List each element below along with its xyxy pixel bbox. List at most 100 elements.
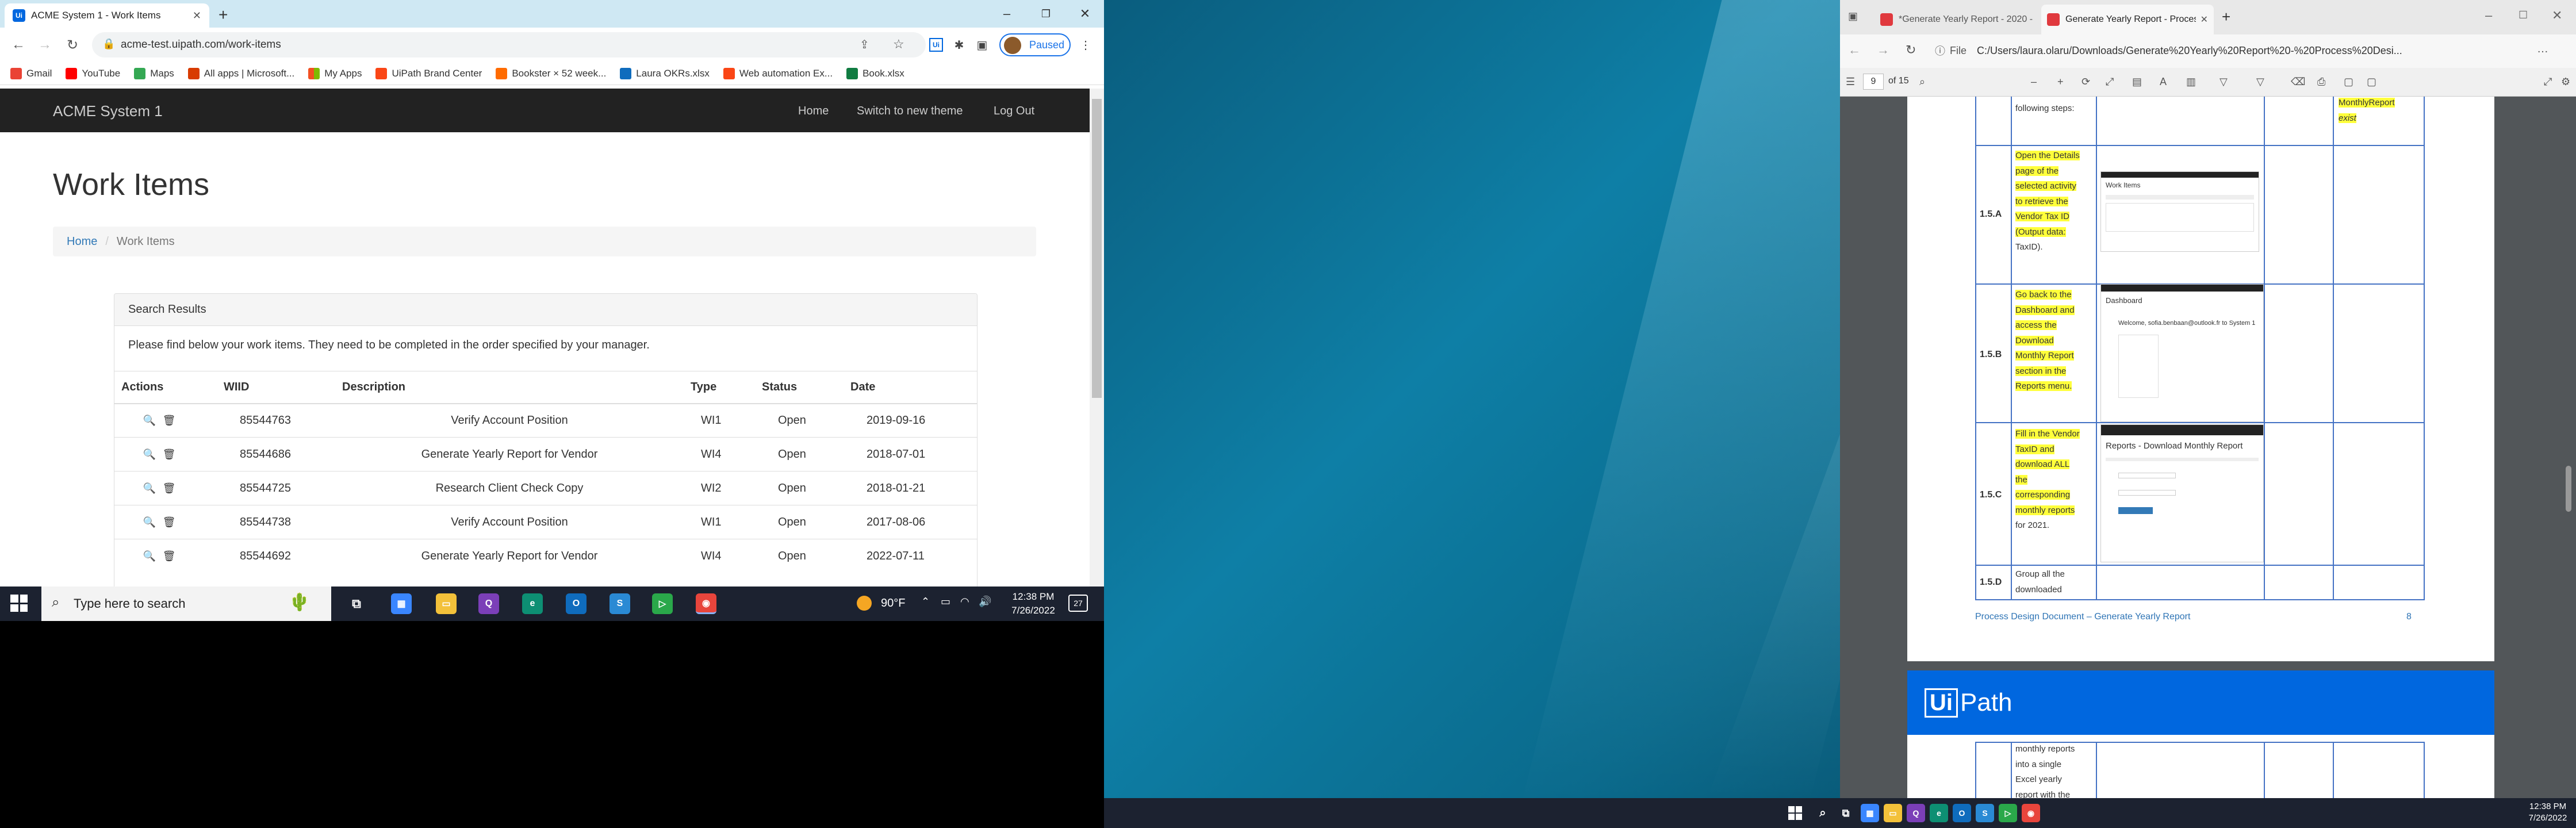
fullscreen-icon[interactable]: ⤢ bbox=[2544, 76, 2552, 88]
close-tab-icon[interactable]: ✕ bbox=[2201, 14, 2208, 25]
search-icon[interactable]: 🔍 bbox=[140, 411, 159, 430]
pdf-address-bar[interactable]: ⓘ File C:/Users/laura.olaru/Downloads/Ge… bbox=[1935, 39, 2536, 62]
chrome-icon[interactable]: ◉ bbox=[2022, 804, 2040, 822]
uipath-assistant-icon[interactable]: ▷ bbox=[652, 593, 673, 614]
search-icon[interactable]: 🔍 bbox=[140, 444, 159, 464]
trash-icon[interactable]: 🗑 bbox=[159, 512, 179, 532]
clock-date[interactable]: 7/26/2022 bbox=[2523, 813, 2573, 823]
search-icon[interactable]: ⌕ bbox=[1814, 804, 1832, 822]
outlook-icon[interactable]: O bbox=[566, 593, 586, 614]
trash-icon[interactable]: 🗑 bbox=[159, 546, 179, 566]
bookmark-book-xlsx[interactable]: Book.xlsx bbox=[846, 67, 904, 79]
rotate-icon[interactable]: ⟳ bbox=[2082, 76, 2090, 88]
task-view-icon[interactable]: ⧉ bbox=[346, 593, 367, 614]
taskbar-search-box[interactable]: ⌕ Type here to search 🌵 bbox=[41, 586, 331, 621]
page-scrollbar-thumb[interactable] bbox=[1092, 99, 1102, 398]
tab-pdf-draft[interactable]: *Generate Yearly Report - 2020 - bbox=[1874, 5, 2041, 34]
zoom-out-icon[interactable]: – bbox=[2031, 76, 2037, 88]
pdf-scrollbar[interactable] bbox=[2562, 97, 2576, 798]
onenote-icon[interactable]: Q bbox=[478, 593, 499, 614]
forward-icon[interactable]: → bbox=[34, 34, 55, 55]
new-tab-button[interactable]: + bbox=[2222, 8, 2230, 26]
search-icon[interactable]: 🔍 bbox=[140, 512, 159, 532]
bookmark-web-automation[interactable]: Web automation Ex... bbox=[723, 67, 833, 79]
highlight-icon[interactable]: ▽ bbox=[2256, 76, 2264, 88]
nav-logout-link[interactable]: Log Out bbox=[994, 105, 1034, 118]
windows-start-icon[interactable] bbox=[10, 595, 28, 612]
trash-icon[interactable]: 🗑 bbox=[159, 444, 179, 464]
back-icon[interactable]: ← bbox=[8, 34, 29, 55]
new-tab-button[interactable]: + bbox=[218, 6, 228, 24]
back-icon[interactable]: ← bbox=[1848, 43, 1861, 57]
tray-chevron-icon[interactable]: ⌃ bbox=[921, 596, 930, 608]
calendar-app-icon[interactable]: ▦ bbox=[391, 593, 412, 614]
erase-icon[interactable]: ⌫ bbox=[2291, 76, 2305, 88]
print-icon[interactable]: ⎙ bbox=[2317, 76, 2325, 88]
uipath-studio-icon[interactable]: S bbox=[1976, 804, 1994, 822]
file-explorer-icon[interactable]: ▭ bbox=[1884, 804, 1902, 822]
weather-temp[interactable]: 90°F bbox=[881, 597, 905, 610]
more-menu-icon[interactable]: … bbox=[2537, 43, 2548, 56]
acme-brand[interactable]: ACME System 1 bbox=[53, 102, 163, 120]
settings-gear-icon[interactable]: ⚙ bbox=[2561, 76, 2570, 88]
task-view-icon[interactable]: ⧉ bbox=[1837, 804, 1855, 822]
share-icon[interactable]: ⇪ bbox=[860, 37, 869, 52]
tab-pdf-process[interactable]: Generate Yearly Report - Proces ✕ bbox=[2041, 5, 2214, 34]
bookmark-gmail[interactable]: Gmail bbox=[10, 67, 52, 79]
bookmark-microsoft-apps[interactable]: All apps | Microsoft... bbox=[187, 67, 294, 79]
tab-acme-work-items[interactable]: Ui ACME System 1 - Work Items ✕ bbox=[5, 3, 209, 28]
clock-time[interactable]: 12:38 PM bbox=[2523, 802, 2573, 811]
address-bar[interactable]: 🔒 acme-test.uipath.com/work-items ⇪ ☆ bbox=[92, 32, 926, 57]
restore-icon[interactable]: ❐ bbox=[1028, 0, 1064, 28]
save-as-icon[interactable]: ▢ bbox=[2367, 76, 2376, 88]
bookmark-maps[interactable]: Maps bbox=[134, 67, 174, 79]
wifi-icon[interactable]: ◠ bbox=[960, 596, 969, 608]
chrome-icon[interactable]: ◉ bbox=[696, 593, 716, 614]
read-aloud-icon[interactable]: A bbox=[2160, 76, 2167, 88]
reload-icon[interactable]: ↻ bbox=[62, 34, 83, 55]
clock-date[interactable]: 7/26/2022 bbox=[1007, 605, 1059, 616]
two-page-icon[interactable]: ▥ bbox=[2186, 76, 2196, 88]
extension-uipath-icon[interactable]: Ui bbox=[927, 36, 945, 54]
save-icon[interactable]: ▢ bbox=[2344, 76, 2353, 88]
draw-icon[interactable]: ▽ bbox=[2220, 76, 2228, 88]
pdf-scrollbar-thumb[interactable] bbox=[2566, 466, 2571, 512]
bookmark-my-apps[interactable]: My Apps bbox=[308, 67, 362, 79]
page-view-icon[interactable]: ▤ bbox=[2132, 76, 2142, 88]
forward-icon[interactable]: → bbox=[1877, 43, 1889, 57]
calendar-app-icon[interactable]: ▦ bbox=[1861, 804, 1879, 822]
close-tab-icon[interactable]: ✕ bbox=[193, 10, 201, 22]
notifications-icon[interactable]: 27 bbox=[1068, 595, 1088, 612]
more-menu-icon[interactable]: ⋮ bbox=[1076, 36, 1095, 54]
trash-icon[interactable]: 🗑 bbox=[159, 411, 179, 430]
search-icon[interactable]: ⌕ bbox=[1919, 76, 1925, 88]
page-number-input[interactable]: 9 bbox=[1863, 74, 1884, 90]
nav-home-link[interactable]: Home bbox=[798, 105, 829, 118]
windows-start-icon[interactable] bbox=[1788, 806, 1802, 820]
reload-icon[interactable]: ↻ bbox=[1906, 43, 1916, 57]
nav-switch-theme-link[interactable]: Switch to new theme bbox=[857, 105, 963, 118]
minimize-icon[interactable]: – bbox=[989, 0, 1025, 28]
bookmark-bookster[interactable]: Bookster × 52 week... bbox=[496, 67, 606, 79]
profile-paused-chip[interactable]: Paused bbox=[999, 33, 1071, 56]
edge-icon[interactable]: e bbox=[522, 593, 543, 614]
breadcrumb-home-link[interactable]: Home bbox=[67, 235, 97, 248]
bookmark-star-icon[interactable]: ☆ bbox=[893, 37, 904, 52]
volume-icon[interactable]: 🔊 bbox=[979, 596, 991, 608]
contents-icon[interactable]: ☰ bbox=[1846, 76, 1855, 88]
battery-icon[interactable]: ▭ bbox=[941, 596, 950, 608]
edge-icon[interactable]: e bbox=[1930, 804, 1948, 822]
onenote-icon[interactable]: Q bbox=[1907, 804, 1925, 822]
zoom-in-icon[interactable]: + bbox=[2057, 76, 2064, 88]
bookmark-youtube[interactable]: YouTube bbox=[66, 67, 120, 79]
tab-actions-icon[interactable]: ▣ bbox=[1848, 10, 1858, 22]
close-window-icon[interactable]: ✕ bbox=[1067, 0, 1103, 28]
restore-icon[interactable]: ☐ bbox=[2518, 9, 2528, 21]
uipath-assistant-icon[interactable]: ▷ bbox=[1999, 804, 2017, 822]
outlook-icon[interactable]: O bbox=[1953, 804, 1971, 822]
bookmark-uipath-brand-center[interactable]: UiPath Brand Center bbox=[375, 67, 482, 79]
search-icon[interactable]: 🔍 bbox=[140, 478, 159, 498]
search-icon[interactable]: 🔍 bbox=[140, 546, 159, 566]
file-explorer-icon[interactable]: ▭ bbox=[436, 593, 457, 614]
extensions-puzzle-icon[interactable]: ✱ bbox=[950, 36, 968, 54]
